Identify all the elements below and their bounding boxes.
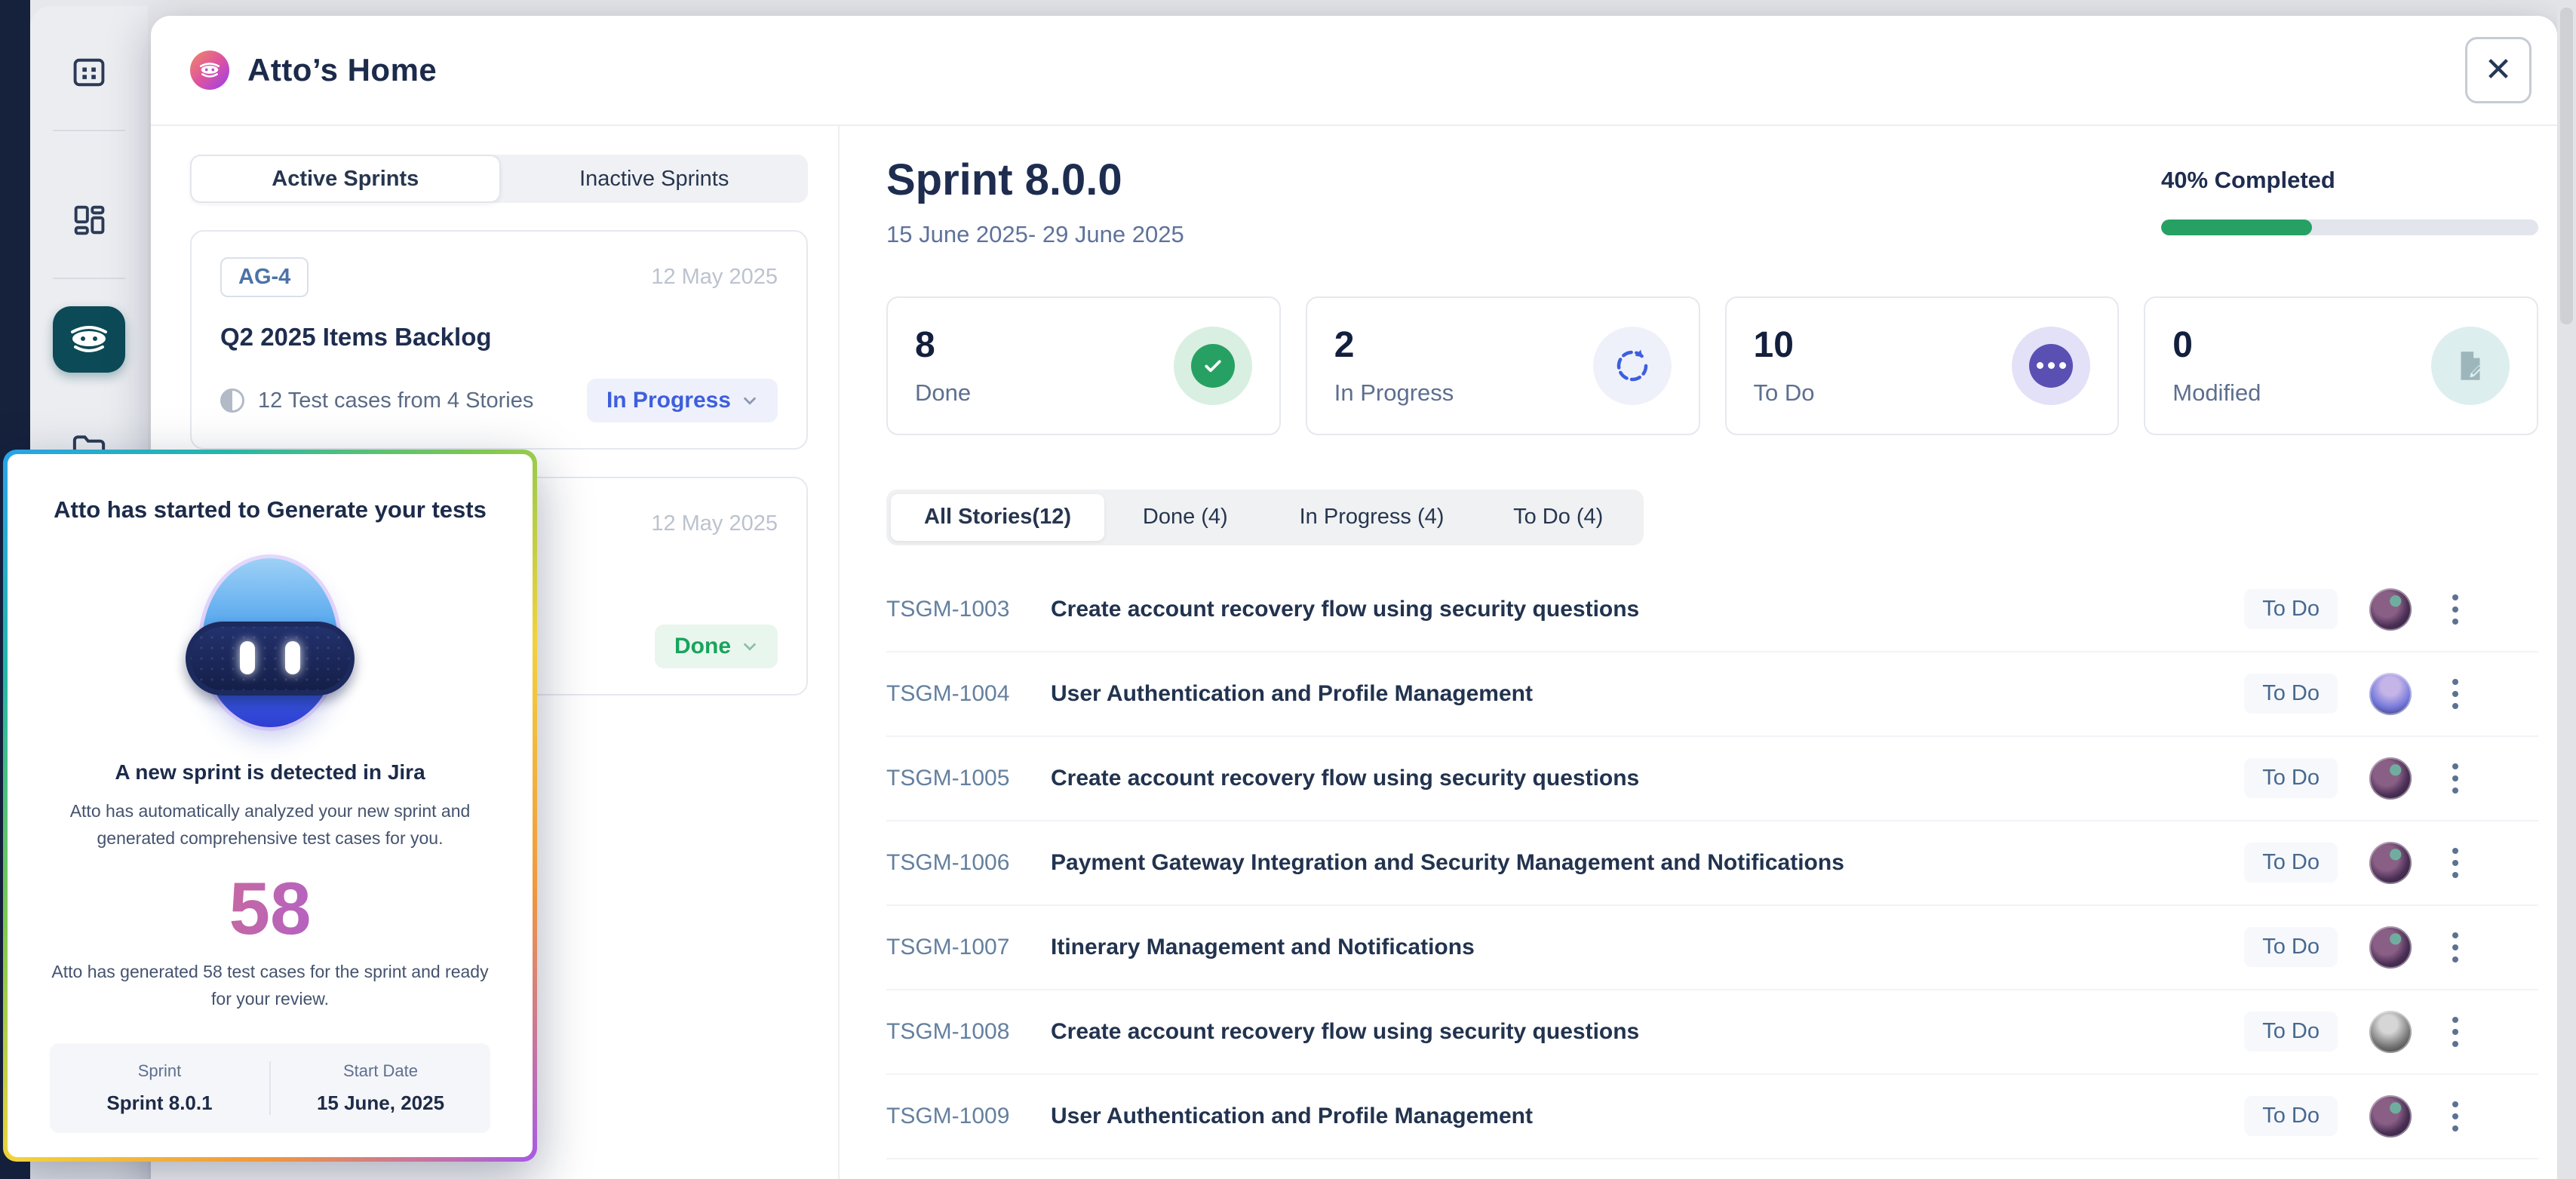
sprint-card[interactable]: AG-4 12 May 2025 Q2 2025 Items Backlog 1… [190, 230, 808, 450]
tab-all-stories[interactable]: All Stories(12) [891, 494, 1104, 541]
tab-done[interactable]: Done (4) [1104, 494, 1267, 541]
popup-description-2: Atto has generated 58 test cases for the… [44, 959, 496, 1012]
sprint-key-badge: AG-4 [220, 257, 309, 297]
sidebar-divider [53, 130, 125, 131]
popup-meta: Sprint Sprint 8.0.1 Start Date 15 June, … [50, 1043, 490, 1133]
tab-in-progress[interactable]: In Progress (4) [1267, 494, 1478, 541]
status-badge: To Do [2244, 589, 2338, 629]
progress-bar-fill [2161, 220, 2312, 235]
kebab-menu-icon[interactable] [2448, 759, 2463, 798]
refresh-icon [1593, 327, 1672, 405]
stat-card-todo: 10 To Do [1725, 296, 2120, 435]
avatar [2369, 1095, 2412, 1138]
kebab-menu-icon[interactable] [2448, 843, 2463, 883]
status-badge: To Do [2244, 927, 2338, 967]
close-button[interactable]: ✕ [2465, 37, 2531, 103]
sprint-value: Sprint 8.0.1 [50, 1091, 269, 1115]
avatar [2369, 673, 2412, 715]
tab-active-sprints[interactable]: Active Sprints [190, 155, 501, 203]
avatar [2369, 1011, 2412, 1053]
avatar [2369, 842, 2412, 884]
stats-row: 8 Done 2 In Progress [886, 296, 2538, 435]
story-row[interactable]: TSGM-1009 User Authentication and Profil… [886, 1075, 2538, 1159]
status-badge: To Do [2244, 843, 2338, 883]
story-row[interactable]: TSGM-1006 Payment Gateway Integration an… [886, 821, 2538, 906]
sprint-title: Sprint 8.0.0 [886, 156, 1184, 204]
kebab-menu-icon[interactable] [2448, 1097, 2463, 1136]
story-row[interactable]: TSGM-1005 Create account recovery flow u… [886, 737, 2538, 821]
apps-icon[interactable] [53, 36, 125, 109]
stat-card-in-progress: 2 In Progress [1306, 296, 1700, 435]
avatar [2369, 757, 2412, 800]
tab-inactive-sprints[interactable]: Inactive Sprints [501, 155, 809, 203]
status-badge: To Do [2244, 758, 2338, 798]
avatar [2369, 926, 2412, 969]
kebab-menu-icon[interactable] [2448, 928, 2463, 967]
story-list: TSGM-1003 Create account recovery flow u… [886, 568, 2538, 1159]
sprint-card-title: Q2 2025 Items Backlog [220, 323, 778, 352]
sprint-label: Sprint [50, 1061, 269, 1081]
chevron-down-icon [741, 392, 758, 409]
scrollbar[interactable] [2557, 0, 2576, 1179]
sprint-detail: Sprint 8.0.0 15 June 2025- 29 June 2025 … [840, 126, 2557, 1179]
atto-generation-popup: Atto has started to Generate your tests … [3, 450, 537, 1162]
page-title: Atto’s Home [247, 52, 437, 88]
progress-bar [2161, 220, 2538, 235]
story-filter-tabs: All Stories(12) Done (4) In Progress (4)… [886, 490, 1644, 545]
story-row[interactable]: TSGM-1003 Create account recovery flow u… [886, 568, 2538, 652]
sprint-status-dropdown[interactable]: Done [655, 625, 778, 668]
document-edit-icon [2431, 327, 2510, 405]
stat-card-done: 8 Done [886, 296, 1281, 435]
sprint-date: 12 May 2025 [651, 265, 778, 290]
status-badge: To Do [2244, 1096, 2338, 1136]
popup-description: Atto has automatically analyzed your new… [44, 798, 496, 852]
start-date-value: 15 June, 2025 [271, 1091, 490, 1115]
ellipsis-icon [2012, 327, 2090, 405]
kebab-menu-icon[interactable] [2448, 674, 2463, 714]
story-row[interactable]: TSGM-1004 User Authentication and Profil… [886, 652, 2538, 737]
atto-robot-illustration [196, 558, 344, 727]
sprint-date: 12 May 2025 [651, 511, 778, 536]
boards-icon[interactable] [53, 184, 125, 256]
popup-subtitle: A new sprint is detected in Jira [33, 760, 507, 784]
chevron-down-icon [741, 638, 758, 655]
sprint-progress: 40% Completed [2161, 156, 2538, 235]
start-date-label: Start Date [271, 1061, 490, 1081]
sidebar-divider [53, 278, 125, 279]
sprint-status-dropdown[interactable]: In Progress [587, 379, 778, 422]
story-row[interactable]: TSGM-1008 Create account recovery flow u… [886, 990, 2538, 1075]
kebab-menu-icon[interactable] [2448, 1012, 2463, 1052]
stat-card-modified: 0 Modified [2144, 296, 2538, 435]
test-case-count: 58 [33, 871, 507, 945]
sidebar-item-atto-active[interactable] [53, 306, 125, 373]
close-icon: ✕ [2485, 54, 2513, 87]
pie-chart-icon [220, 388, 244, 413]
story-row[interactable]: TSGM-1007 Itinerary Management and Notif… [886, 906, 2538, 990]
tab-to-do[interactable]: To Do (4) [1477, 494, 1639, 541]
progress-label: 40% Completed [2161, 167, 2538, 194]
atto-bot-icon [68, 324, 110, 355]
status-badge: To Do [2244, 674, 2338, 714]
sprint-tabs: Active Sprints Inactive Sprints [190, 155, 808, 203]
atto-logo-icon [190, 51, 229, 90]
avatar [2369, 588, 2412, 631]
modal-header: Atto’s Home ✕ [151, 16, 2557, 126]
popup-title: Atto has started to Generate your tests [33, 496, 507, 523]
done-check-icon [1174, 327, 1252, 405]
kebab-menu-icon[interactable] [2448, 590, 2463, 629]
sprint-date-range: 15 June 2025- 29 June 2025 [886, 221, 1184, 248]
status-badge: To Do [2244, 1012, 2338, 1052]
sprint-meta: 12 Test cases from 4 Stories [258, 388, 533, 413]
screen: Atto’s Home ✕ Active Sprints Inactive Sp… [0, 0, 2576, 1179]
